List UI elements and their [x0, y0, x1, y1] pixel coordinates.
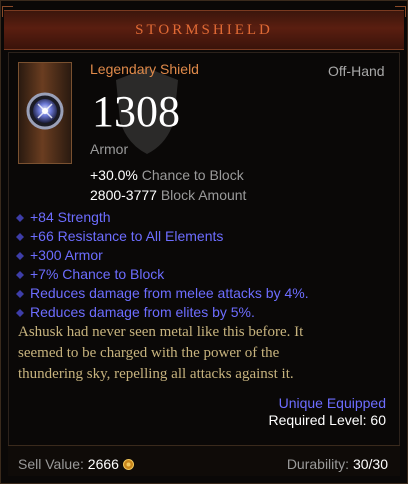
durability-value: 30/30 — [352, 456, 388, 472]
block-amount: 2800-3777 Block Amount — [90, 187, 246, 203]
sell-value: Sell Value: 2666 — [18, 456, 134, 472]
block-amount-value: 2800-3777 — [90, 187, 157, 203]
flavor-line: Ashusk had never seen metal like this be… — [18, 324, 304, 340]
durability: Durability: 30/30 — [287, 456, 388, 472]
affix-line: +66 Resistance to All Elements — [16, 228, 223, 244]
affix-bullet-icon — [16, 309, 24, 318]
armor-label: Armor — [90, 141, 129, 157]
affix-line: Reduces damage from elites by 5%. — [16, 304, 255, 320]
block-chance-label: Chance to Block — [141, 167, 244, 183]
required-level-value: 60 — [370, 412, 386, 428]
affix-line: +7% Chance to Block — [16, 266, 164, 282]
sell-amount: 2666 — [87, 456, 119, 472]
armor-value: 1308 — [92, 87, 180, 136]
required-level: Required Level: 60 — [268, 412, 386, 428]
affix-line: +300 Armor — [16, 247, 103, 263]
affix-text: Reduces damage from elites by 5%. — [30, 304, 255, 320]
item-icon-frame — [18, 62, 72, 164]
affix-text: +7% Chance to Block — [30, 266, 165, 282]
block-chance-value: +30.0% — [90, 167, 138, 183]
corner-ornament — [395, 6, 406, 17]
affix-text: +300 Armor — [30, 247, 103, 263]
block-chance: +30.0% Chance to Block — [90, 167, 244, 183]
affix-line: +84 Strength — [16, 209, 111, 225]
block-amount-label: Block Amount — [160, 187, 247, 203]
flavor-text: Ashusk had never seen metal like this be… — [18, 322, 388, 385]
durability-label: Durability: — [286, 456, 350, 472]
affix-bullet-icon — [16, 214, 24, 223]
unique-equipped: Unique Equipped — [278, 395, 386, 411]
affix-bullet-icon — [16, 233, 24, 242]
flavor-line: thundering sky, repelling all attacks ag… — [18, 366, 294, 382]
gold-coin-icon — [122, 459, 134, 470]
affix-bullet-icon — [16, 290, 24, 299]
item-name: STORMSHIELD — [135, 22, 273, 38]
flavor-line: seemed to be charged with the power of t… — [18, 345, 280, 361]
affix-text: +84 Strength — [30, 209, 111, 225]
affix-line: Reduces damage from melee attacks by 4%. — [16, 285, 309, 301]
item-title-bar: STORMSHIELD — [4, 10, 404, 50]
corner-ornament — [2, 6, 13, 17]
affix-bullet-icon — [16, 271, 24, 280]
item-slot: Off-Hand — [328, 63, 385, 79]
shield-icon — [26, 92, 64, 130]
required-level-label: Required Level: — [268, 412, 367, 428]
sell-label: Sell Value: — [18, 456, 84, 472]
affix-text: +66 Resistance to All Elements — [30, 228, 224, 244]
item-type: Legendary Shield — [90, 61, 199, 77]
affix-bullet-icon — [16, 252, 24, 261]
affix-text: Reduces damage from melee attacks by 4%. — [30, 285, 309, 301]
